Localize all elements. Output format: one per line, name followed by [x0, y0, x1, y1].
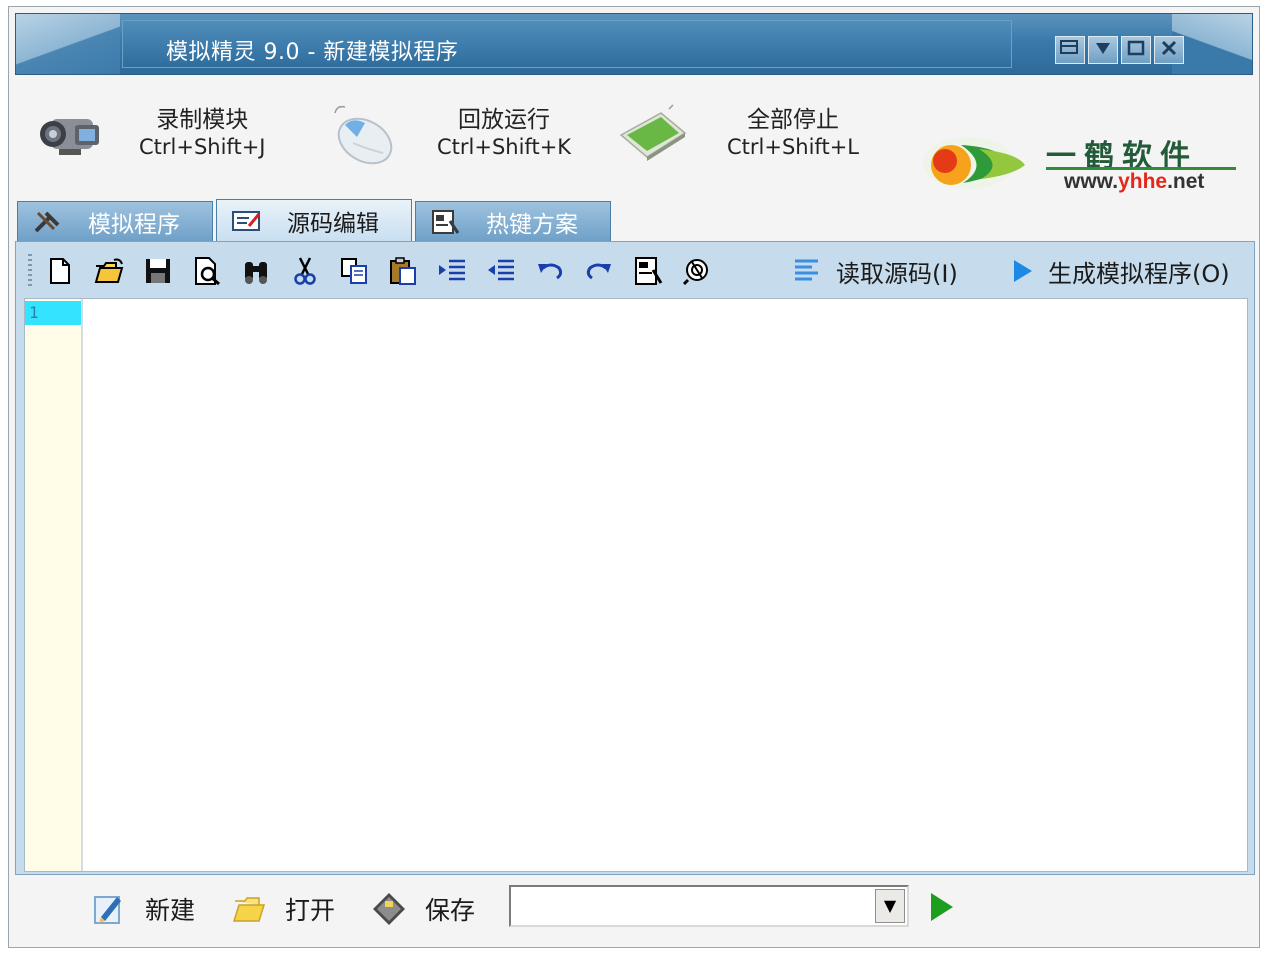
run-play-icon[interactable]	[927, 889, 957, 925]
window-controls	[1055, 36, 1184, 64]
logo-mark-icon	[923, 137, 1025, 189]
source-code-editor[interactable]: 1	[24, 298, 1248, 872]
record-label: 录制模块	[156, 107, 249, 133]
line-number: 1	[25, 301, 81, 325]
playback-shortcut: Ctrl+Shift+K	[437, 135, 572, 159]
green-pad-icon	[619, 104, 687, 161]
restore-down-icon[interactable]	[1055, 36, 1085, 64]
dropdown-arrow-icon[interactable]: ▼	[875, 889, 905, 923]
stop-all-label: 全部停止	[747, 107, 839, 133]
line-number-gutter: 1	[25, 299, 83, 871]
company-logo: 一鹤软件 www.yhhe.net	[921, 127, 1241, 197]
toolbar-grip[interactable]	[28, 254, 32, 288]
save-label: 保存	[425, 896, 476, 925]
playback-label: 回放运行	[458, 107, 551, 133]
record-shortcut: Ctrl+Shift+J	[139, 135, 266, 159]
main-toolbar: 录制模块 Ctrl+Shift+J 回放运行 Ctrl+Shift+K 全部停止…	[9, 87, 1259, 199]
generate-program-label: 生成模拟程序(O)	[1048, 259, 1230, 288]
tools-icon	[34, 211, 60, 232]
tab-bar: 模拟程序 源码编辑 热键方案	[17, 199, 614, 241]
cut-icon[interactable]	[285, 251, 325, 291]
maximize-icon[interactable]	[1121, 36, 1151, 64]
open-label: 打开	[285, 896, 336, 925]
text-lines-icon	[795, 259, 818, 281]
paste-icon[interactable]	[383, 251, 423, 291]
tab-source-edit[interactable]: 源码编辑	[216, 199, 412, 241]
new-button[interactable]: 新建	[91, 889, 195, 929]
play-blue-icon	[1014, 260, 1032, 282]
copy-icon[interactable]	[334, 251, 374, 291]
new-pencil-icon	[94, 896, 121, 924]
open-folder-icon	[232, 897, 266, 922]
code-toolbar: 读取源码(I) 生成模拟程序(O)	[22, 248, 1248, 294]
tab-simulation-program[interactable]: 模拟程序	[17, 201, 213, 241]
read-source-label: 读取源码(I)	[836, 259, 958, 288]
save-icon[interactable]	[138, 251, 178, 291]
tab-hotkey-scheme[interactable]: 热键方案	[415, 201, 611, 241]
print-preview-icon[interactable]	[187, 251, 227, 291]
stop-all-button[interactable]: 全部停止 Ctrl+Shift+L	[617, 97, 877, 187]
mouse-icon	[334, 105, 393, 165]
camcorder-icon	[40, 119, 99, 155]
redo-icon[interactable]	[579, 251, 619, 291]
stop-all-shortcut: Ctrl+Shift+L	[727, 135, 859, 159]
script-icon[interactable]	[628, 251, 668, 291]
app-window: 模拟精灵 9.0 - 新建模拟程序 录制模块 Ctrl+Shift+J 回放运行…	[8, 6, 1260, 948]
tab-label: 模拟程序	[88, 211, 180, 238]
save-disk-icon	[373, 893, 405, 925]
close-icon[interactable]	[1154, 36, 1184, 64]
tab-label: 热键方案	[486, 211, 578, 238]
source-edit-panel: 读取源码(I) 生成模拟程序(O) 1	[15, 241, 1255, 875]
debug-icon[interactable]	[677, 251, 717, 291]
minimize-icon[interactable]	[1088, 36, 1118, 64]
find-icon[interactable]	[236, 251, 276, 291]
window-title: 模拟精灵 9.0 - 新建模拟程序	[166, 40, 459, 65]
logo-url: www.yhhe.net	[1064, 170, 1205, 193]
indent-icon[interactable]	[432, 251, 472, 291]
playback-run-button[interactable]: 回放运行 Ctrl+Shift+K	[327, 97, 587, 187]
read-source-button[interactable]: 读取源码(I)	[792, 254, 958, 288]
undo-icon[interactable]	[530, 251, 570, 291]
outdent-icon[interactable]	[481, 251, 521, 291]
tab-label: 源码编辑	[287, 210, 379, 237]
record-module-button[interactable]: 录制模块 Ctrl+Shift+J	[35, 97, 295, 187]
generate-program-button[interactable]: 生成模拟程序(O)	[1012, 254, 1230, 288]
edit-icon	[232, 210, 261, 231]
bottom-bar: 新建 打开 保存 ▼	[9, 875, 1259, 941]
program-select[interactable]: ▼	[509, 885, 909, 927]
new-label: 新建	[145, 896, 196, 925]
title-bar[interactable]: 模拟精灵 9.0 - 新建模拟程序	[15, 13, 1253, 75]
save-button[interactable]: 保存	[371, 889, 475, 929]
new-file-icon[interactable]	[40, 251, 80, 291]
hotkey-icon	[432, 209, 460, 234]
open-folder-icon[interactable]	[89, 251, 129, 291]
open-button[interactable]: 打开	[231, 889, 335, 929]
